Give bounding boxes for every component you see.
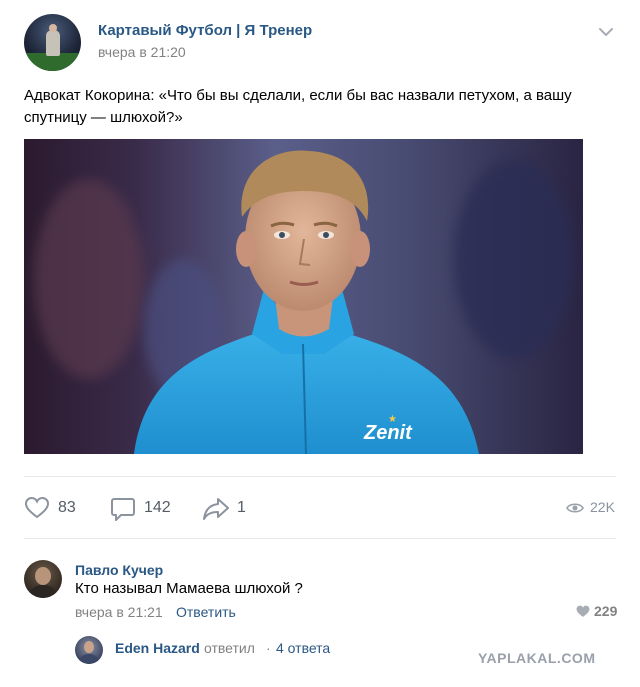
comment-author-avatar[interactable] <box>24 560 62 598</box>
reply-action-text: ответил <box>204 640 255 656</box>
likes-count: 83 <box>58 499 76 516</box>
watermark: YAPLAKAL.COM <box>478 650 596 666</box>
post-text: Адвокат Кокорина: «Что бы вы сделали, ес… <box>24 87 572 126</box>
heart-icon <box>576 605 590 617</box>
views-count: 22K <box>590 499 615 515</box>
player-illustration: Zenit ★ <box>134 150 479 454</box>
post-timestamp[interactable]: вчера в 21:20 <box>98 44 186 60</box>
reply-separator: · <box>266 640 271 656</box>
group-avatar[interactable] <box>24 14 81 71</box>
chevron-down-icon[interactable] <box>598 26 614 38</box>
heart-icon <box>24 496 50 519</box>
group-name-link[interactable]: Картавый Футбол | Я Тренер <box>98 22 312 39</box>
comment-like-button[interactable] <box>576 605 590 623</box>
reply-link[interactable]: Ответить <box>176 604 236 620</box>
comment-icon <box>111 498 135 521</box>
comment-text: Кто называл Мамаева шлюхой ? <box>75 580 303 597</box>
replies-count-link[interactable]: 4 ответа <box>276 640 330 656</box>
post-photo[interactable]: Zenit ★ <box>24 139 583 454</box>
jacket-logo: Zenit <box>363 422 413 444</box>
reply-author-avatar[interactable] <box>75 636 103 664</box>
comments-count: 142 <box>144 499 171 516</box>
share-button[interactable] <box>202 497 230 526</box>
views-indicator <box>566 501 584 520</box>
comment-likes-count: 229 <box>594 603 618 619</box>
like-button[interactable] <box>24 496 50 525</box>
shares-count: 1 <box>237 499 246 516</box>
comment-button[interactable] <box>110 496 136 527</box>
eye-icon <box>566 503 584 513</box>
comment-timestamp[interactable]: вчера в 21:21 <box>75 604 163 620</box>
post-divider <box>24 476 616 477</box>
share-icon <box>203 498 229 520</box>
comment-author-link[interactable]: Павло Кучер <box>75 562 163 578</box>
reply-author-link[interactable]: Eden Hazard <box>115 640 200 656</box>
actions-divider <box>24 538 616 539</box>
svg-text:★: ★ <box>388 414 397 425</box>
